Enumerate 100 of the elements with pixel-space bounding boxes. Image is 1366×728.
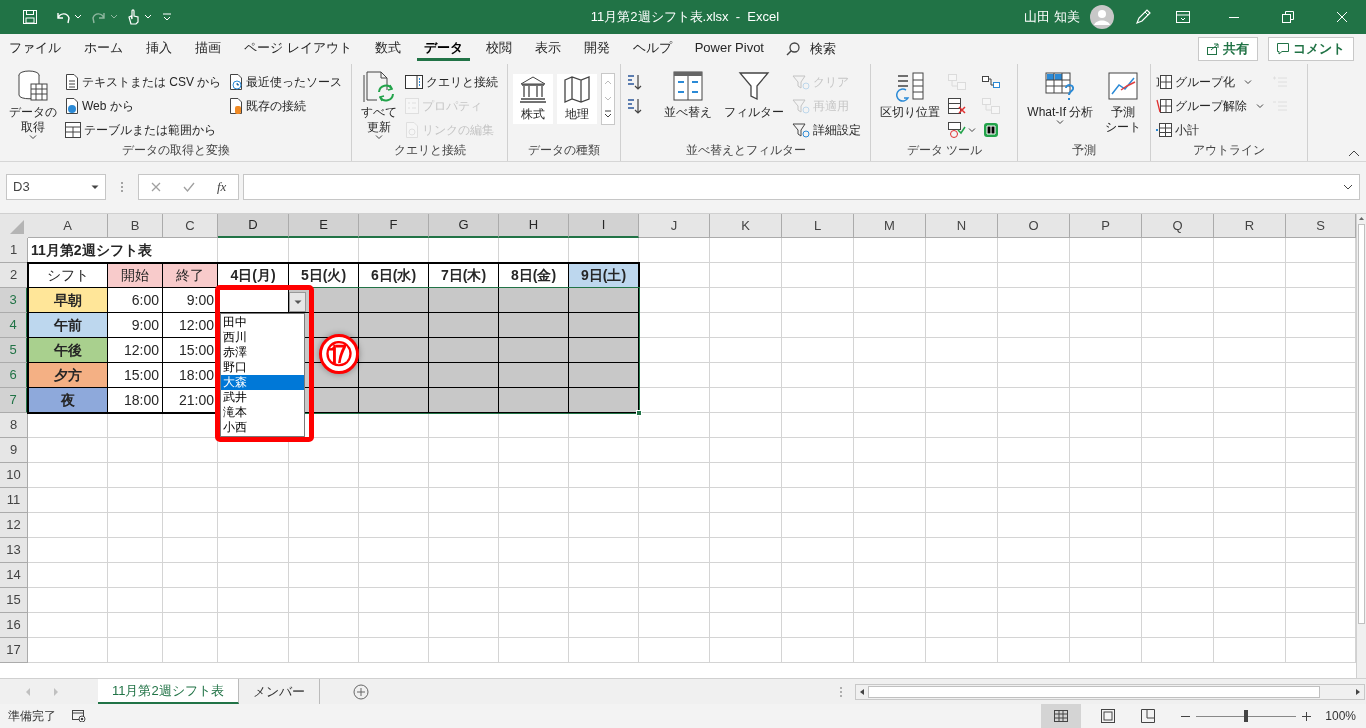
scroll-thumb[interactable]: [1358, 224, 1365, 624]
dropdown-option[interactable]: 滝本: [221, 405, 304, 420]
ribbon-button[interactable]: 既存の接続: [229, 94, 347, 118]
dropdown-option[interactable]: 田中: [221, 315, 304, 330]
column-header[interactable]: P: [1070, 214, 1142, 238]
ribbon-button[interactable]: グループ化: [1156, 70, 1269, 94]
column-header[interactable]: I: [569, 214, 639, 238]
ribbon-button[interactable]: すべて 更新: [357, 70, 402, 142]
macro-record-icon[interactable]: [72, 710, 86, 722]
horizontal-scrollbar[interactable]: [854, 683, 1365, 700]
row-header[interactable]: 7: [0, 388, 28, 413]
column-header[interactable]: K: [710, 214, 782, 238]
column-header[interactable]: L: [782, 214, 854, 238]
column-header[interactable]: B: [108, 214, 163, 238]
caret-icon[interactable]: [74, 14, 82, 20]
column-header[interactable]: G: [429, 214, 499, 238]
search-icon[interactable]: [786, 42, 800, 56]
name-box[interactable]: D3: [6, 174, 106, 200]
row-header[interactable]: 11: [0, 488, 28, 513]
ribbon-button[interactable]: クエリと接続: [405, 70, 503, 94]
ribbon-button[interactable]: 詳細設定: [792, 118, 866, 142]
ribbon-button[interactable]: What-If 分析: [1023, 70, 1098, 142]
data-type-button[interactable]: 株式: [513, 74, 554, 124]
row-header[interactable]: 14: [0, 563, 28, 588]
ribbon-button[interactable]: 最近使ったソース: [229, 70, 347, 94]
ribbon-button[interactable]: テーブルまたは範囲から: [65, 118, 226, 142]
collapse-ribbon-icon[interactable]: [1348, 149, 1360, 157]
dropdown-option[interactable]: 野口: [221, 360, 304, 375]
zoom-level[interactable]: 100%: [1325, 707, 1356, 725]
caret-icon[interactable]: [144, 14, 152, 20]
touch-icon[interactable]: [126, 8, 140, 26]
ribbon-button[interactable]: データの 取得: [5, 70, 61, 142]
column-header[interactable]: J: [639, 214, 710, 238]
column-header[interactable]: M: [854, 214, 926, 238]
zoom-in-icon[interactable]: [1302, 711, 1312, 721]
column-header[interactable]: D: [218, 214, 289, 238]
ribbon-tab[interactable]: ホーム: [77, 37, 130, 61]
ribbon-display-icon[interactable]: [1176, 11, 1190, 23]
row-header[interactable]: 2: [0, 263, 28, 288]
cancel-icon[interactable]: [151, 182, 161, 192]
slider-thumb[interactable]: [1244, 710, 1249, 722]
ribbon-tab[interactable]: ヘルプ: [625, 37, 679, 61]
column-header[interactable]: O: [998, 214, 1070, 238]
formula-input-field[interactable]: [243, 174, 1360, 200]
column-header[interactable]: C: [163, 214, 218, 238]
row-header[interactable]: 6: [0, 363, 28, 388]
row-header[interactable]: 9: [0, 438, 28, 463]
ribbon-button[interactable]: 予測 シート: [1101, 70, 1146, 142]
avatar-icon[interactable]: [1090, 5, 1114, 29]
close-icon[interactable]: [1336, 11, 1348, 23]
column-header[interactable]: N: [926, 214, 998, 238]
dropdown-option[interactable]: 武井: [221, 390, 304, 405]
ribbon-tab[interactable]: Power Pivot: [687, 37, 771, 61]
page-layout-icon[interactable]: [1101, 709, 1116, 723]
column-header[interactable]: R: [1214, 214, 1286, 238]
column-header[interactable]: F: [359, 214, 429, 238]
fill-handle[interactable]: [636, 410, 642, 416]
add-sheet-icon[interactable]: [352, 683, 369, 700]
ribbon-tab[interactable]: 数式: [367, 37, 408, 61]
page-break-icon[interactable]: [1141, 709, 1156, 723]
dropdown-option[interactable]: 赤澤: [221, 345, 304, 360]
ribbon-button[interactable]: 区切り位置: [876, 70, 945, 142]
pen-icon[interactable]: [1134, 8, 1152, 26]
row-header[interactable]: 10: [0, 463, 28, 488]
ribbon-tab[interactable]: データ: [416, 37, 470, 61]
row-header[interactable]: 1: [0, 238, 28, 263]
column-header[interactable]: Q: [1142, 214, 1214, 238]
save-icon[interactable]: [22, 9, 38, 25]
ribbon-button[interactable]: テキストまたは CSV から: [65, 70, 226, 94]
row-header[interactable]: 8: [0, 413, 28, 438]
search-label[interactable]: 検索: [810, 39, 836, 59]
ribbon-button[interactable]: 並べ替え: [660, 70, 717, 142]
row-header[interactable]: 17: [0, 638, 28, 663]
column-header[interactable]: S: [1286, 214, 1356, 238]
column-header[interactable]: A: [28, 214, 108, 238]
share-button[interactable]: 共有: [1198, 37, 1258, 61]
ribbon-tab[interactable]: 校閲: [478, 37, 519, 61]
row-header[interactable]: 13: [0, 538, 28, 563]
sheet-tab[interactable]: 11月第2週シフト表: [98, 679, 239, 704]
ribbon-button[interactable]: グループ解除: [1156, 94, 1269, 118]
comment-button[interactable]: コメント: [1268, 37, 1354, 61]
data-type-button[interactable]: 地理: [557, 74, 598, 124]
dropdown-option[interactable]: 大森: [221, 375, 304, 390]
ribbon-button[interactable]: フィルター: [720, 70, 789, 142]
ribbon-tab[interactable]: 開発: [576, 37, 617, 61]
ribbon-tab[interactable]: 挿入: [139, 37, 179, 61]
ribbon-tab[interactable]: ファイル: [2, 37, 68, 61]
customize-icon[interactable]: [162, 12, 172, 22]
row-header[interactable]: 15: [0, 588, 28, 613]
ribbon-tab[interactable]: 表示: [527, 37, 568, 61]
ribbon-button[interactable]: 小計: [1156, 118, 1269, 142]
vertical-scrollbar[interactable]: [1356, 214, 1366, 678]
row-header[interactable]: 12: [0, 513, 28, 538]
ribbon-tab[interactable]: ページ レイアウト: [237, 37, 359, 61]
row-header[interactable]: 3: [0, 288, 28, 313]
scroll-thumb[interactable]: [867, 685, 1320, 698]
column-header[interactable]: E: [289, 214, 359, 238]
row-header[interactable]: 5: [0, 338, 28, 363]
restore-icon[interactable]: [1282, 11, 1294, 23]
row-header[interactable]: 4: [0, 313, 28, 338]
